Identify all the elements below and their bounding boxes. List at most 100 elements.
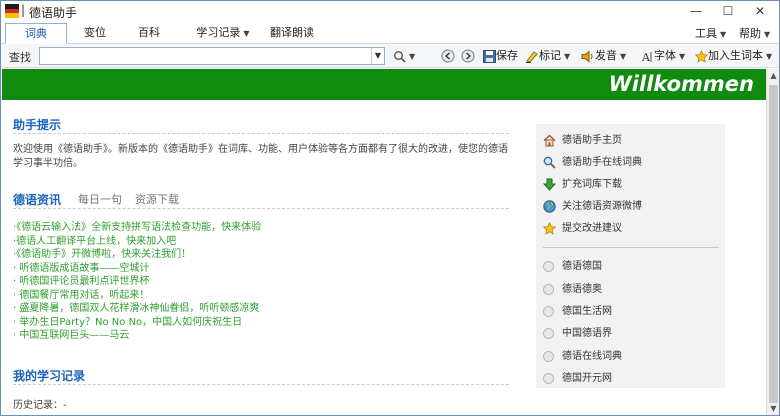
vertical-scrollbar[interactable]: ▲ ▼ bbox=[766, 69, 779, 415]
history-text: 历史记录：- bbox=[13, 400, 67, 411]
app-window: | 德语助手 — ☐ ✕ 词典 变位 百科 学习记录 ▼ 翻译朗读 工具 ▼ 帮助 ▼… bbox=[0, 0, 780, 416]
homepage-link[interactable]: 德语助手主页 bbox=[543, 131, 622, 147]
download-arrow-icon bbox=[543, 178, 556, 191]
news-list: ·《德语云输入法》全新支持拼写语法检查功能，快来体验 ·德语人工翻译平台上线，快… bbox=[13, 218, 261, 341]
site-link[interactable]: 德国开元网 bbox=[543, 369, 612, 385]
pronounce-button[interactable]: 发音 ▼ bbox=[581, 48, 626, 64]
download-lexicon-label: 扩充词库下载 bbox=[562, 179, 622, 190]
tab-study-record[interactable]: 学习记录 ▼ bbox=[187, 23, 259, 44]
star-icon bbox=[695, 49, 708, 63]
site-link-label: 德国生活网 bbox=[562, 306, 612, 317]
chevron-down-icon: ▼ bbox=[720, 30, 727, 39]
divider bbox=[543, 247, 719, 248]
magnifier-icon bbox=[394, 50, 406, 63]
news-link[interactable]: · 听德国评论员最利点评世界杯 bbox=[13, 272, 261, 287]
globe-icon bbox=[543, 199, 556, 213]
mark-label: 标记 bbox=[539, 49, 561, 62]
search-input[interactable] bbox=[39, 47, 385, 65]
svg-text:A: A bbox=[641, 51, 651, 63]
online-dictionary-link[interactable]: 德语助手在线词典 bbox=[543, 153, 642, 169]
help-menu-label: 帮助 bbox=[739, 27, 761, 40]
save-label: 保存 bbox=[496, 49, 518, 62]
tab-study-record-label: 学习记录 bbox=[196, 26, 241, 39]
pronounce-label: 发音 bbox=[595, 49, 617, 62]
welcome-banner: Willkommen bbox=[2, 69, 766, 100]
chevron-down-icon: ▼ bbox=[564, 52, 571, 61]
add-vocab-button[interactable]: 加入生词本 ▼ bbox=[695, 48, 772, 64]
online-dictionary-label: 德语助手在线词典 bbox=[562, 157, 642, 168]
mark-button[interactable]: 标记 ▼ bbox=[525, 48, 570, 64]
floppy-disk-icon bbox=[483, 49, 496, 63]
radio-bullet-icon bbox=[543, 372, 554, 384]
magnifier-icon bbox=[543, 156, 556, 169]
title-bar[interactable]: | 德语助手 — ☐ ✕ bbox=[1, 1, 779, 22]
chevron-down-icon: ▼ bbox=[679, 52, 686, 61]
news-link[interactable]: ·《德语云输入法》全新支持拼写语法检查功能，快来体验 bbox=[13, 218, 261, 233]
site-link[interactable]: 德语德国 bbox=[543, 257, 602, 273]
forward-button[interactable] bbox=[461, 48, 475, 64]
tab-daily-sentence[interactable]: 每日一句 bbox=[78, 191, 122, 207]
scroll-up-icon[interactable]: ▲ bbox=[769, 71, 778, 80]
suggestion-link[interactable]: 提交改进建议 bbox=[543, 219, 622, 235]
site-link[interactable]: 德语在线词典 bbox=[543, 347, 622, 363]
homepage-link-label: 德语助手主页 bbox=[562, 135, 622, 146]
find-label: 查找 bbox=[9, 51, 31, 64]
help-menu[interactable]: 帮助 ▼ bbox=[739, 25, 770, 41]
site-link[interactable]: 中国德语界 bbox=[543, 324, 612, 340]
divider bbox=[13, 133, 509, 134]
banner-text: Willkommen bbox=[608, 72, 754, 96]
highlighter-pen-icon bbox=[526, 50, 538, 63]
site-link-label: 德语德奥 bbox=[562, 284, 602, 295]
news-link[interactable]: ·《德语助手》开微博啦，快来关注我们！ bbox=[13, 245, 261, 260]
chevron-down-icon: ▼ bbox=[620, 52, 627, 61]
download-lexicon-link[interactable]: 扩充词库下载 bbox=[543, 175, 622, 191]
search-button[interactable]: ▼ bbox=[393, 48, 415, 64]
news-link[interactable]: ·德语人工翻译平台上线，快来加入吧 bbox=[13, 232, 261, 247]
weibo-link[interactable]: 关注德语资源微博 bbox=[543, 197, 642, 213]
window-title: 德语助手 bbox=[29, 6, 78, 20]
main-content: 助手提示 欢迎使用《德语助手》。新版本的《德语助手》在词库、功能、用户体验等各方… bbox=[2, 100, 766, 415]
tab-translate-read[interactable]: 翻译朗读 bbox=[263, 23, 321, 44]
site-link[interactable]: 德语德奥 bbox=[543, 280, 602, 296]
tab-german-news[interactable]: 德语资讯 bbox=[13, 191, 61, 208]
tab-dictionary[interactable]: 词典 bbox=[5, 23, 67, 44]
forward-arrow-icon bbox=[461, 49, 475, 63]
tab-conjugation[interactable]: 变位 bbox=[69, 23, 121, 44]
news-link[interactable]: · 举办生日Party？No No No，中国人如何庆祝生日 bbox=[13, 313, 261, 328]
save-button[interactable]: 保存 bbox=[483, 48, 518, 64]
back-arrow-icon bbox=[441, 49, 455, 63]
close-button[interactable]: ✕ bbox=[745, 1, 775, 22]
main-tabs: 词典 变位 百科 学习记录 ▼ 翻译朗读 工具 ▼ 帮助 ▼ bbox=[1, 22, 779, 44]
news-link[interactable]: · 中国互联网巨头——马云 bbox=[13, 326, 261, 341]
tools-menu[interactable]: 工具 ▼ bbox=[695, 25, 726, 41]
search-history-dropdown[interactable]: ▼ bbox=[371, 48, 384, 64]
home-icon bbox=[543, 134, 556, 146]
scroll-down-icon[interactable]: ▼ bbox=[769, 404, 778, 413]
tab-encyclopedia[interactable]: 百科 bbox=[125, 23, 173, 44]
scrollbar-thumb[interactable] bbox=[769, 85, 778, 403]
site-link[interactable]: 德国生活网 bbox=[543, 302, 612, 318]
radio-bullet-icon bbox=[543, 350, 554, 362]
star-icon bbox=[543, 221, 556, 235]
site-link-label: 德语在线词典 bbox=[562, 351, 622, 362]
chevron-down-icon: ▼ bbox=[764, 30, 771, 39]
maximize-button[interactable]: ☐ bbox=[713, 1, 743, 22]
minimize-button[interactable]: — bbox=[681, 1, 711, 22]
speaker-icon bbox=[581, 50, 593, 62]
divider bbox=[13, 384, 509, 385]
toolbar: 查找 ▼ ▼ 保存 标记 ▼ 发音 ▼ A 字体 ▼ 加入生词本 ▼ bbox=[1, 44, 779, 68]
font-button[interactable]: A 字体 ▼ bbox=[641, 48, 685, 64]
font-size-icon: A bbox=[641, 51, 652, 63]
tab-resource-download[interactable]: 资源下载 bbox=[135, 191, 179, 207]
chevron-down-icon: ▼ bbox=[243, 29, 250, 38]
site-link-label: 德国开元网 bbox=[562, 373, 612, 384]
divider bbox=[13, 208, 509, 209]
news-link[interactable]: · 听德语版成语故事——空城计 bbox=[13, 259, 261, 274]
news-link[interactable]: · 德国餐厅常用对话，听起来！ bbox=[13, 286, 261, 301]
chevron-down-icon: ▼ bbox=[409, 52, 416, 61]
back-button[interactable] bbox=[441, 48, 455, 64]
chevron-down-icon: ▼ bbox=[766, 52, 773, 61]
site-link-label: 中国德语界 bbox=[562, 328, 612, 339]
suggestion-link-label: 提交改进建议 bbox=[562, 223, 622, 234]
news-link[interactable]: · 盛夏降暑，德国双人花样滑冰神仙眷侣，听听顿感凉爽 bbox=[13, 299, 261, 314]
